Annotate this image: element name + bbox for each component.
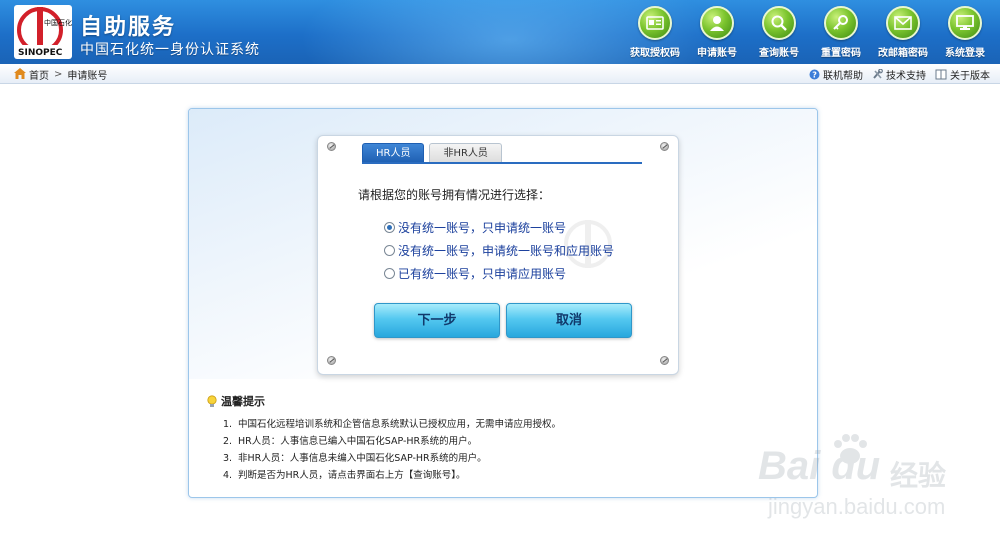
tips-list: 1. 中国石化远程培训系统和企管信息系统默认已授权应用，无需申请应用授权。 2. H… [207,416,797,484]
support-link[interactable]: 技术支持 [872,67,926,82]
tip-text: 非HR人员：人事信息未编入中国石化SAP-HR系统的用户。 [238,453,487,464]
main-panel: HR人员 非HR人员 请根据您的账号拥有情况进行选择： 没有统一账号，只申请统一… [188,108,818,498]
next-step-button[interactable]: 下一步 [374,303,500,338]
sinopec-logo: SINOPEC 中国石化 [14,5,72,59]
help-icon: ? [809,69,820,80]
nav-label: 获取授权码 [630,48,680,59]
tip-number: 3. [223,453,233,464]
top-nav: 获取授权码 申请账号 查询账号 重置密码 改邮箱密码 系统登录 [624,6,996,59]
personnel-tabs: HR人员 非HR人员 [362,143,507,163]
nav-label: 查询账号 [759,48,799,59]
tab-non-hr-personnel[interactable]: 非HR人员 [429,143,502,163]
tips-title: 温馨提示 [221,395,265,408]
nav-system-login[interactable]: 系统登录 [934,6,996,59]
tip-number: 1. [223,419,233,430]
radio-button[interactable] [384,222,395,233]
breadcrumb-home[interactable]: 首页 [29,67,49,82]
tip-item: 4. 判断是否为HR人员，请点击界面右上方【查询账号】。 [223,467,797,484]
option-app-only[interactable]: 已有统一账号，只申请应用账号 [384,262,614,285]
tip-item: 2. HR人员：人事信息已编入中国石化SAP-HR系统的用户。 [223,433,797,450]
id-card-icon [638,6,672,40]
help-link-label: 联机帮助 [823,71,863,82]
breadcrumb-bar: 首页 > 申请账号 ? 联机帮助 技术支持 关于版本 [0,64,1000,84]
radio-button[interactable] [384,268,395,279]
monitor-icon [948,6,982,40]
search-icon [762,6,796,40]
tools-icon [873,69,883,79]
option-label: 没有统一账号，申请统一账号和应用账号 [398,244,615,258]
screw-decoration [660,356,669,365]
baidu-jingyan-watermark: Bai du 经验 jingyan.baidu.com [750,430,990,540]
svg-text:?: ? [812,71,817,80]
help-link[interactable]: ? 联机帮助 [809,67,863,82]
option-label: 没有统一账号，只申请统一账号 [398,221,567,235]
support-link-label: 技术支持 [886,71,926,82]
tab-hr-personnel[interactable]: HR人员 [362,143,425,163]
lightbulb-icon [207,394,217,407]
tip-number: 4. [223,470,233,481]
nav-label: 系统登录 [945,48,985,59]
screw-decoration [327,356,336,365]
paw-icon [834,434,867,464]
nav-query-account[interactable]: 查询账号 [748,6,810,59]
selection-prompt: 请根据您的账号拥有情况进行选择： [358,188,551,202]
tips-section: 温馨提示 1. 中国石化远程培训系统和企管信息系统默认已授权应用，无需申请应用授权… [207,393,797,484]
tips-header: 温馨提示 [207,393,797,409]
breadcrumb-separator: > [54,69,63,80]
watermark-url: jingyan.baidu.com [768,494,946,519]
screw-decoration [660,142,669,151]
tip-text: HR人员：人事信息已编入中国石化SAP-HR系统的用户。 [238,436,478,447]
mail-icon [886,6,920,40]
app-subtitle: 中国石化统一身份认证系统 [80,42,260,58]
tip-item: 3. 非HR人员：人事信息未编入中国石化SAP-HR系统的用户。 [223,450,797,467]
tab-underline [362,162,642,164]
option-unified-only[interactable]: 没有统一账号，只申请统一账号 [384,216,614,239]
svg-text:中国石化: 中国石化 [44,18,72,27]
nav-get-auth-code[interactable]: 获取授权码 [624,6,686,59]
app-title: 自助服务 [80,15,177,40]
tip-number: 2. [223,436,233,447]
nav-apply-account[interactable]: 申请账号 [686,6,748,59]
nav-reset-password[interactable]: 重置密码 [810,6,872,59]
app-header: SINOPEC 中国石化 自助服务 中国石化统一身份认证系统 获取授权码 申请账… [0,0,1000,64]
breadcrumb-current: 申请账号 [67,71,108,82]
breadcrumb: 首页 > 申请账号 [14,67,107,82]
nav-change-mail-password[interactable]: 改邮箱密码 [872,6,934,59]
option-unified-and-app[interactable]: 没有统一账号，申请统一账号和应用账号 [384,239,614,262]
watermark-cn: 经验 [890,459,947,492]
account-options: 没有统一账号，只申请统一账号 没有统一账号，申请统一账号和应用账号 已有统一账号… [384,216,614,285]
nav-label: 申请账号 [697,48,737,59]
svg-text:SINOPEC: SINOPEC [18,48,63,58]
about-link-label: 关于版本 [950,71,990,82]
nav-label: 重置密码 [821,48,861,59]
about-link[interactable]: 关于版本 [935,67,990,82]
user-icon [700,6,734,40]
top-links: ? 联机帮助 技术支持 关于版本 [800,67,990,82]
tip-text: 判断是否为HR人员，请点击界面右上方【查询账号】。 [238,470,466,481]
account-type-dialog: HR人员 非HR人员 请根据您的账号拥有情况进行选择： 没有统一账号，只申请统一… [317,135,679,375]
cancel-button[interactable]: 取消 [506,303,632,338]
home-icon[interactable] [14,67,26,82]
tip-item: 1. 中国石化远程培训系统和企管信息系统默认已授权应用，无需申请应用授权。 [223,416,797,433]
key-icon [824,6,858,40]
radio-button[interactable] [384,245,395,256]
book-icon [935,69,947,80]
tip-text: 中国石化远程培训系统和企管信息系统默认已授权应用，无需申请应用授权。 [238,419,562,430]
screw-decoration [327,142,336,151]
nav-label: 改邮箱密码 [878,48,928,59]
option-label: 已有统一账号，只申请应用账号 [398,267,567,281]
